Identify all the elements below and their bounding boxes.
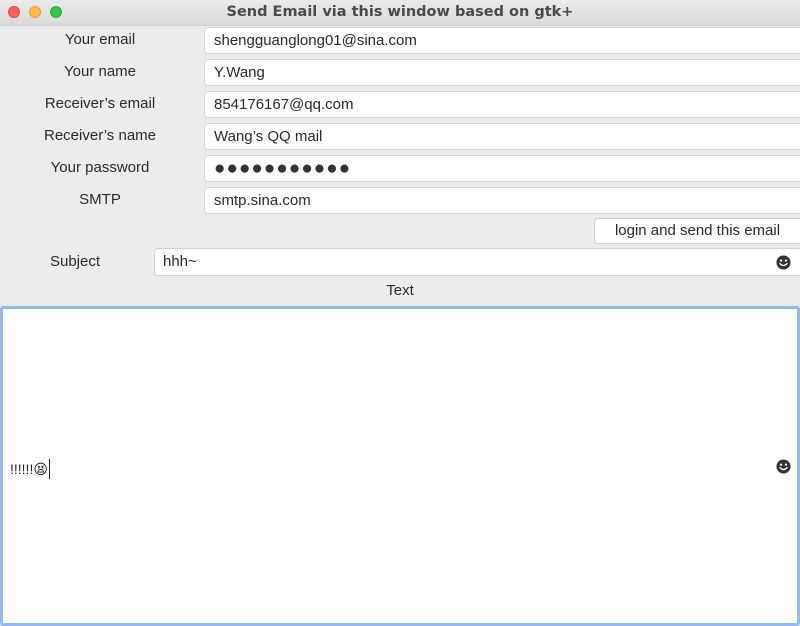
- subject-field[interactable]: hhh~: [154, 248, 800, 276]
- receiver-email-label: Receiver’s email: [44, 95, 156, 112]
- your-name-label: Your name: [64, 63, 136, 80]
- smtp-label: SMTP: [79, 191, 121, 208]
- your-email-field[interactable]: shengguanglong01@sina.com: [204, 27, 800, 54]
- your-name-field[interactable]: Y.Wang: [204, 59, 800, 86]
- password-label: Your password: [50, 159, 150, 176]
- smtp-field[interactable]: smtp.sina.com: [204, 187, 800, 214]
- smiley-face-icon[interactable]: [776, 459, 791, 474]
- receiver-name-field[interactable]: Wang’s QQ mail: [204, 123, 800, 150]
- receiver-email-field[interactable]: 854176167@qq.com: [204, 91, 800, 118]
- subject-label: Subject: [49, 253, 101, 270]
- title-bar: Send Email via this window based on gtk+: [0, 0, 800, 26]
- receiver-name-label: Receiver’s name: [44, 127, 156, 144]
- message-text-line: !!!!!!😫: [10, 459, 50, 479]
- message-text: !!!!!!😫: [10, 461, 48, 477]
- password-field[interactable]: ●●●●●●●●●●●: [204, 155, 800, 182]
- smiley-face-icon[interactable]: [776, 255, 791, 270]
- login-and-send-button[interactable]: login and send this email: [594, 218, 800, 244]
- your-email-label: Your email: [64, 31, 136, 48]
- text-label: Text: [386, 282, 414, 299]
- text-caret: [48, 459, 50, 479]
- subject-value: hhh~: [163, 253, 197, 270]
- message-text-area[interactable]: !!!!!!😫: [0, 306, 800, 626]
- window-title: Send Email via this window based on gtk+: [226, 4, 574, 20]
- password-mask: ●●●●●●●●●●●: [214, 158, 352, 179]
